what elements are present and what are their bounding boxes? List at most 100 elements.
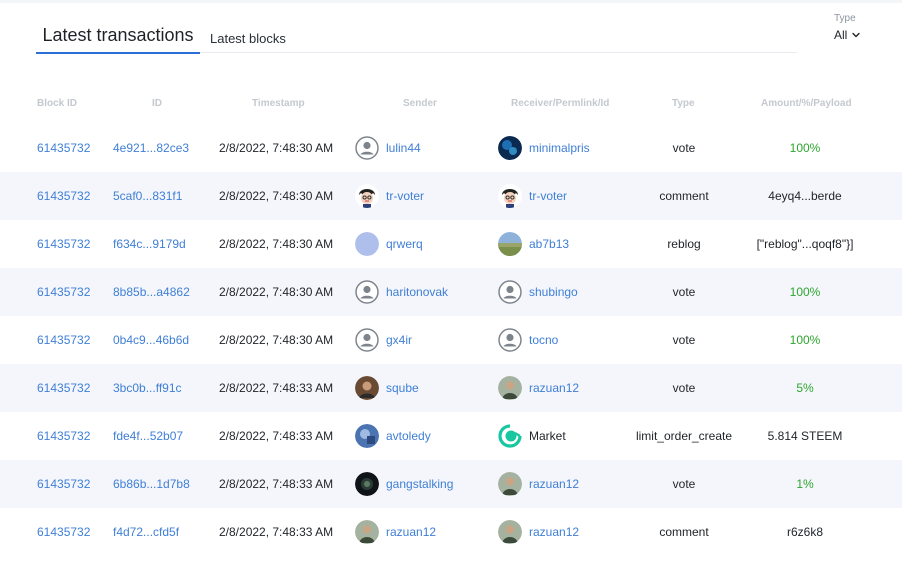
- timestamp: 2/8/2022, 7:48:30 AM: [219, 141, 334, 155]
- receiver-avatar[interactable]: [498, 280, 522, 304]
- tab-latest-blocks[interactable]: Latest blocks: [210, 10, 302, 53]
- receiver-link[interactable]: tocno: [529, 333, 558, 347]
- transaction-id-link[interactable]: 4e921...82ce3: [113, 124, 189, 172]
- payload-link[interactable]: ["reblog"...qoqf8"}]: [746, 220, 864, 268]
- transaction-type: vote: [672, 141, 696, 155]
- sender-link[interactable]: tr-voter: [386, 189, 424, 203]
- transaction-id-link[interactable]: 3bc0b...ff91c: [113, 364, 182, 412]
- receiver: Market: [498, 412, 566, 460]
- sender-avatar[interactable]: [355, 520, 379, 544]
- payload-link[interactable]: r6z6k8: [746, 508, 864, 556]
- transaction-id-link[interactable]: 0b4c9...46b6d: [113, 316, 189, 364]
- receiver-link[interactable]: ab7b13: [529, 237, 569, 251]
- table-row: 61435732 0b4c9...46b6d 2/8/2022, 7:48:30…: [0, 316, 902, 364]
- receiver-link[interactable]: razuan12: [529, 525, 579, 539]
- amount: 100%: [789, 333, 821, 347]
- receiver-label: Market: [529, 429, 566, 443]
- transaction-type: limit_order_create: [635, 429, 733, 443]
- type-filter-select[interactable]: All: [834, 28, 880, 42]
- receiver: minimalpris: [498, 124, 590, 172]
- tab-latest-transactions[interactable]: Latest transactions: [36, 10, 200, 54]
- block-id-link[interactable]: 61435732: [37, 124, 90, 172]
- table-row: 61435732 4e921...82ce3 2/8/2022, 7:48:30…: [0, 124, 902, 172]
- sender-avatar[interactable]: [355, 280, 379, 304]
- transaction-type: comment: [659, 525, 709, 539]
- sender: sqube: [355, 364, 419, 412]
- column-header-sender: Sender: [403, 98, 437, 109]
- transaction-type: vote: [672, 333, 696, 347]
- transaction-type: vote: [672, 381, 696, 395]
- sender-avatar[interactable]: [355, 472, 379, 496]
- sender-link[interactable]: avtoledy: [386, 429, 431, 443]
- receiver-link[interactable]: shubingo: [529, 285, 578, 299]
- receiver-avatar[interactable]: [498, 136, 522, 160]
- sender-avatar[interactable]: [355, 424, 379, 448]
- sender-avatar[interactable]: [355, 136, 379, 160]
- transaction-id-link[interactable]: 5caf0...831f1: [113, 172, 182, 220]
- payload-link[interactable]: 4eyq4...berde: [746, 172, 864, 220]
- receiver-link[interactable]: razuan12: [529, 477, 579, 491]
- top-divider: [0, 0, 902, 3]
- receiver-avatar[interactable]: [498, 328, 522, 352]
- sender-avatar[interactable]: [355, 376, 379, 400]
- receiver-avatar[interactable]: [498, 232, 522, 256]
- amount: 100%: [789, 141, 821, 155]
- sender: gx4ir: [355, 316, 412, 364]
- sender: tr-voter: [355, 172, 424, 220]
- sender-link[interactable]: haritonovak: [386, 285, 448, 299]
- column-header-block-id: Block ID: [37, 98, 78, 109]
- table-row: 61435732 5caf0...831f1 2/8/2022, 7:48:30…: [0, 172, 902, 220]
- type-filter-value: All: [834, 28, 848, 42]
- sender-link[interactable]: gangstalking: [386, 477, 453, 491]
- block-id-link[interactable]: 61435732: [37, 364, 90, 412]
- transaction-id-link[interactable]: fde4f...52b07: [113, 412, 183, 460]
- receiver-link[interactable]: minimalpris: [529, 141, 590, 155]
- table-row: 61435732 6b86b...1d7b8 2/8/2022, 7:48:33…: [0, 460, 902, 508]
- timestamp: 2/8/2022, 7:48:30 AM: [219, 333, 334, 347]
- receiver-link[interactable]: razuan12: [529, 381, 579, 395]
- receiver: tr-voter: [498, 172, 567, 220]
- block-id-link[interactable]: 61435732: [37, 316, 90, 364]
- receiver-avatar[interactable]: [498, 376, 522, 400]
- block-id-link[interactable]: 61435732: [37, 172, 90, 220]
- transaction-type: reblog: [667, 237, 701, 251]
- receiver-avatar[interactable]: [498, 520, 522, 544]
- sender-link[interactable]: razuan12: [386, 525, 436, 539]
- transactions-table: 61435732 4e921...82ce3 2/8/2022, 7:48:30…: [0, 124, 902, 556]
- block-id-link[interactable]: 61435732: [37, 220, 90, 268]
- transaction-id-link[interactable]: 8b85b...a4862: [113, 268, 190, 316]
- block-id-link[interactable]: 61435732: [37, 268, 90, 316]
- sender-avatar[interactable]: [355, 328, 379, 352]
- block-id-link[interactable]: 61435732: [37, 460, 90, 508]
- type-filter-label: Type: [834, 13, 856, 24]
- receiver: ab7b13: [498, 220, 569, 268]
- table-row: 61435732 f4d72...cfd5f 2/8/2022, 7:48:33…: [0, 508, 902, 556]
- receiver-link[interactable]: tr-voter: [529, 189, 567, 203]
- sender-link[interactable]: sqube: [386, 381, 419, 395]
- transaction-id-link[interactable]: 6b86b...1d7b8: [113, 460, 190, 508]
- sender: haritonovak: [355, 268, 448, 316]
- sender-link[interactable]: lulin44: [386, 141, 421, 155]
- receiver: razuan12: [498, 364, 579, 412]
- table-row: 61435732 3bc0b...ff91c 2/8/2022, 7:48:33…: [0, 364, 902, 412]
- timestamp: 2/8/2022, 7:48:30 AM: [219, 189, 334, 203]
- sender: gangstalking: [355, 460, 453, 508]
- timestamp: 2/8/2022, 7:48:33 AM: [219, 381, 334, 395]
- block-id-link[interactable]: 61435732: [37, 508, 90, 556]
- sender: qrwerq: [355, 220, 423, 268]
- sender-link[interactable]: qrwerq: [386, 237, 423, 251]
- column-header-id: ID: [152, 98, 162, 109]
- timestamp: 2/8/2022, 7:48:30 AM: [219, 285, 334, 299]
- block-id-link[interactable]: 61435732: [37, 412, 90, 460]
- sender-avatar[interactable]: [355, 232, 379, 256]
- receiver: shubingo: [498, 268, 578, 316]
- sender-avatar[interactable]: [355, 184, 379, 208]
- tab-label: Latest blocks: [210, 30, 286, 46]
- transaction-id-link[interactable]: f634c...9179d: [113, 220, 186, 268]
- receiver-avatar[interactable]: [498, 472, 522, 496]
- transaction-id-link[interactable]: f4d72...cfd5f: [113, 508, 179, 556]
- active-tab-indicator: [36, 52, 200, 54]
- receiver-avatar[interactable]: [498, 184, 522, 208]
- sender: lulin44: [355, 124, 421, 172]
- sender-link[interactable]: gx4ir: [386, 333, 412, 347]
